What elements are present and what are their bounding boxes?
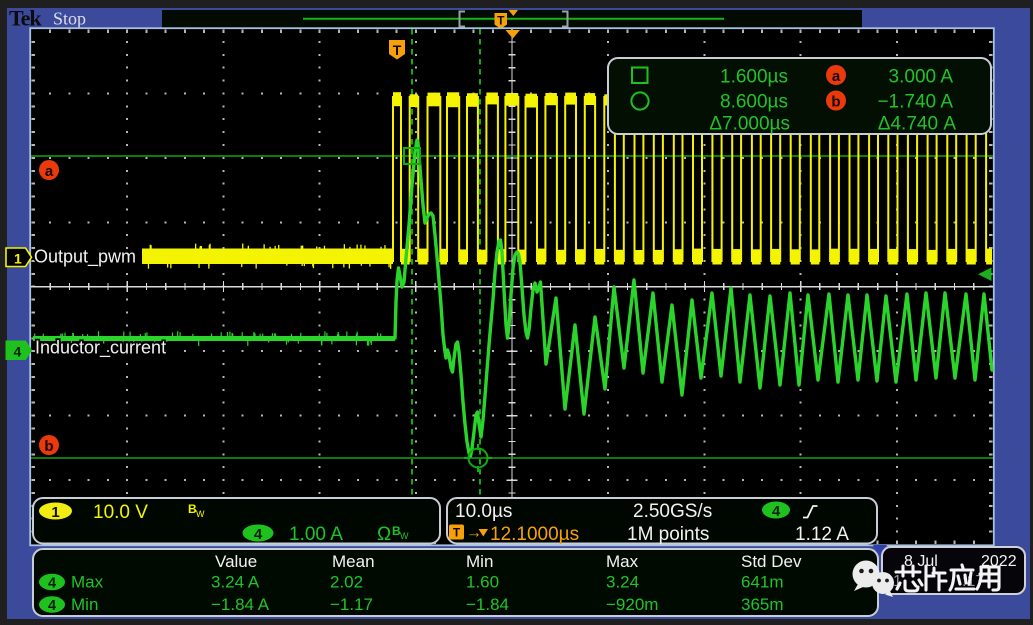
svg-text:→: → xyxy=(466,525,482,542)
svg-text:Min: Min xyxy=(466,552,493,571)
svg-text:W: W xyxy=(400,531,409,541)
svg-text:2.50GS/s: 2.50GS/s xyxy=(633,501,712,522)
svg-text:b: b xyxy=(831,94,840,111)
svg-text:1.60: 1.60 xyxy=(466,573,499,592)
svg-text:3.000 A: 3.000 A xyxy=(889,67,954,88)
svg-text:1: 1 xyxy=(51,504,59,521)
svg-text:Max: Max xyxy=(606,552,639,571)
svg-text:Tek: Tek xyxy=(9,6,42,31)
svg-text:1.00 A: 1.00 A xyxy=(289,524,343,545)
svg-text:Ω: Ω xyxy=(377,524,391,545)
svg-text:3.24: 3.24 xyxy=(606,573,639,592)
svg-text:12.1000µs: 12.1000µs xyxy=(490,524,579,545)
svg-text:−1.740 A: −1.740 A xyxy=(877,92,953,113)
svg-text:−1.84 A: −1.84 A xyxy=(211,595,270,614)
svg-text:Max: Max xyxy=(71,573,104,592)
svg-text:Output_pwm: Output_pwm xyxy=(34,247,136,268)
svg-text:1.600µs: 1.600µs xyxy=(720,67,788,88)
svg-text:1.12 A: 1.12 A xyxy=(795,524,849,545)
svg-text:Δ4.740 A: Δ4.740 A xyxy=(878,114,957,135)
svg-text:Min: Min xyxy=(71,595,98,614)
svg-text:1M points: 1M points xyxy=(627,524,709,545)
svg-text:4: 4 xyxy=(772,503,781,520)
svg-text:−1.17: −1.17 xyxy=(330,595,373,614)
svg-text:T: T xyxy=(453,526,461,540)
svg-text:10.0 V: 10.0 V xyxy=(93,502,148,523)
svg-text:Std Dev: Std Dev xyxy=(741,552,802,571)
svg-text:a: a xyxy=(45,163,54,180)
svg-text:W: W xyxy=(196,509,205,519)
svg-text:3.24 A: 3.24 A xyxy=(211,573,260,592)
svg-text:2.02: 2.02 xyxy=(330,573,363,592)
svg-text:−920m: −920m xyxy=(606,595,658,614)
svg-text:a: a xyxy=(832,68,841,85)
svg-text:Value: Value xyxy=(215,552,257,571)
svg-text:T: T xyxy=(393,42,402,58)
svg-text:T: T xyxy=(497,14,505,28)
svg-text:b: b xyxy=(44,438,53,455)
svg-text:641m: 641m xyxy=(741,573,784,592)
svg-text:8.600µs: 8.600µs xyxy=(720,92,788,113)
svg-text:4: 4 xyxy=(14,344,22,360)
svg-text:Inductor_current: Inductor_current xyxy=(35,338,166,359)
svg-text:Stop: Stop xyxy=(53,9,86,29)
svg-text:10.0µs: 10.0µs xyxy=(455,501,512,522)
svg-text:−1.84: −1.84 xyxy=(466,595,509,614)
svg-text:365m: 365m xyxy=(741,595,784,614)
svg-text:4: 4 xyxy=(48,598,56,614)
svg-text:Mean: Mean xyxy=(332,552,375,571)
svg-text:4: 4 xyxy=(254,526,263,543)
svg-text:4: 4 xyxy=(48,576,56,592)
svg-text:Δ7.000µs: Δ7.000µs xyxy=(709,114,790,135)
svg-text:1: 1 xyxy=(14,251,22,267)
